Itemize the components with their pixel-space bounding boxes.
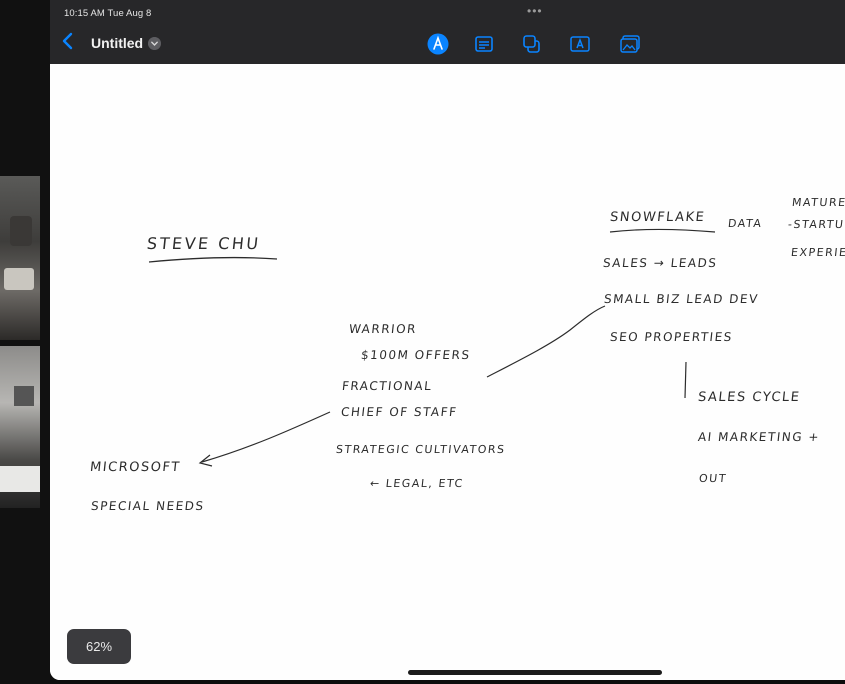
underline-stroke xyxy=(148,256,278,263)
ink-strokes xyxy=(148,228,716,467)
underline-stroke xyxy=(609,228,716,233)
participant-video-1[interactable] xyxy=(0,176,40,340)
connector-stroke xyxy=(486,305,606,378)
ipad-screen: 10:15 AM Tue Aug 8 ••• Untitled STEVE CH… xyxy=(50,0,845,680)
zoom-level-badge[interactable]: 62% xyxy=(67,629,131,664)
home-indicator[interactable] xyxy=(408,670,662,675)
vertical-stroke xyxy=(684,361,687,399)
arrow-stroke xyxy=(201,411,331,463)
participant-video-2[interactable] xyxy=(0,346,40,508)
video-strip xyxy=(0,0,50,684)
